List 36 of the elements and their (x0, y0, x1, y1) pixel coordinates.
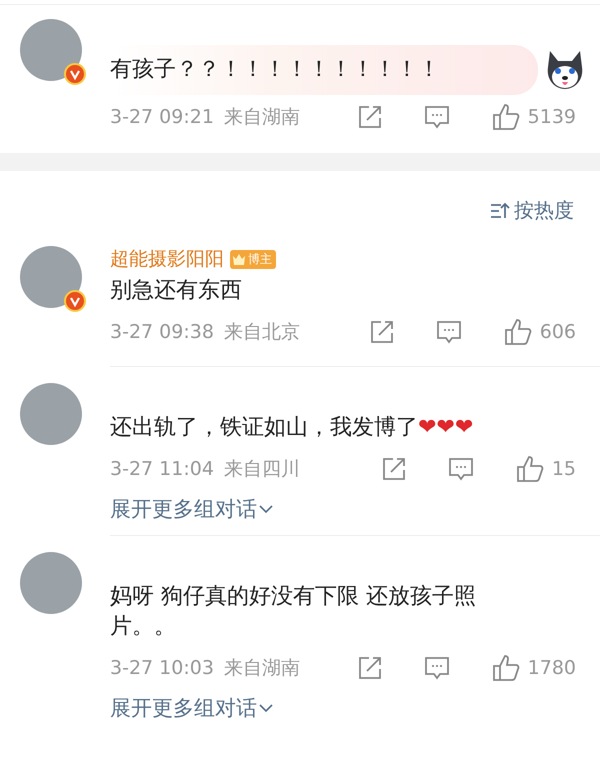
thumbs-up-icon[interactable] (492, 654, 520, 682)
chevron-down-icon (259, 703, 273, 713)
comment-icon[interactable] (448, 457, 474, 481)
like-count: 15 (552, 458, 576, 480)
comment-time: 3-27 10:03 (110, 657, 214, 679)
comment-text: 别急还有东西 (110, 277, 243, 305)
comment-text: 有孩子？？！！！！！！！！！！ (110, 45, 538, 95)
share-icon[interactable] (358, 656, 382, 680)
username[interactable]: 超能摄影阳阳 (110, 246, 224, 272)
share-icon[interactable] (358, 105, 382, 129)
share-icon[interactable] (382, 457, 406, 481)
comment-location: 来自湖南 (224, 656, 301, 681)
thumbs-up-icon[interactable] (516, 455, 544, 483)
sort-button[interactable]: 按热度 (490, 197, 574, 224)
thumbs-up-icon[interactable] (504, 318, 532, 346)
comment-icon[interactable] (436, 320, 462, 344)
comment-location: 来自四川 (224, 457, 301, 482)
comment-location: 来自湖南 (224, 105, 301, 130)
share-icon[interactable] (370, 320, 394, 344)
like-count: 5139 (528, 106, 576, 128)
sort-icon (490, 202, 510, 220)
expand-replies-link[interactable]: 展开更多组对话 (110, 495, 273, 523)
comment-icon[interactable] (424, 105, 450, 129)
thumbs-up-icon[interactable] (492, 103, 520, 131)
comment-location: 来自北京 (224, 320, 301, 345)
comment-time: 3-27 09:38 (110, 321, 214, 343)
comment-text: 妈呀 狗仔真的好没有下限 还放孩子照片。。 (110, 583, 477, 641)
blogger-badge: 博主 (230, 250, 276, 268)
comment-time: 3-27 09:21 (110, 106, 214, 128)
like-count: 606 (540, 321, 576, 343)
expand-replies-link[interactable]: 展开更多组对话 (110, 694, 273, 722)
chevron-down-icon (259, 504, 273, 514)
like-count: 1780 (528, 657, 576, 679)
comment-text: 还出轨了，铁证如山，我发博了❤❤❤ (110, 414, 474, 442)
comment-time: 3-27 11:04 (110, 458, 214, 480)
comment-icon[interactable] (424, 656, 450, 680)
